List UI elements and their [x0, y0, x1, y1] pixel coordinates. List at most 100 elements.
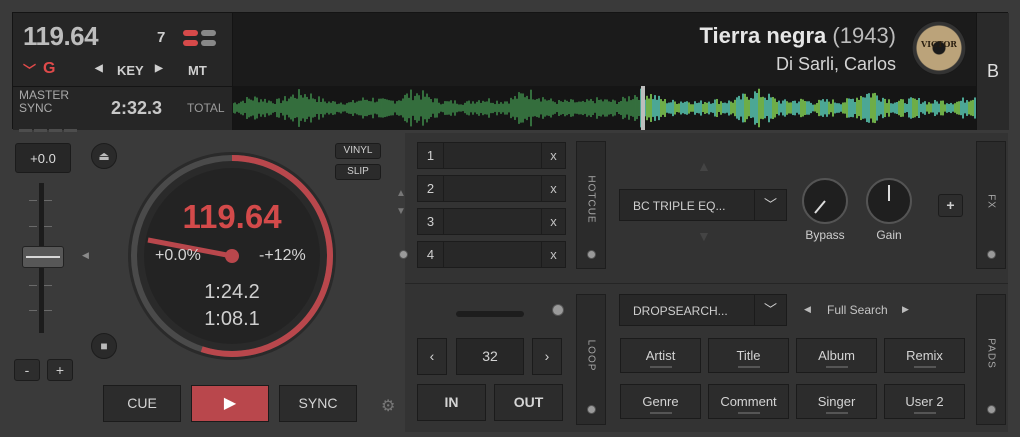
sync-label: SYNC: [19, 101, 53, 115]
pad-singer[interactable]: Singer: [796, 384, 877, 419]
pad-genre[interactable]: Genre: [620, 384, 701, 419]
tick: [44, 226, 52, 227]
key-label: KEY: [117, 63, 144, 78]
tab-pads-label: PADS: [985, 338, 997, 369]
play-button[interactable]: ▶: [191, 385, 269, 422]
pitch-fader-handle[interactable]: [22, 246, 64, 268]
tab-hotcue-led: [587, 250, 596, 259]
tick: [44, 200, 52, 201]
tick: [44, 285, 52, 286]
track-title: Tierra negra: [699, 23, 827, 48]
bypass-knob[interactable]: [802, 178, 848, 224]
stop-icon[interactable]: ■: [91, 333, 117, 359]
deck-selector[interactable]: B: [976, 13, 1009, 130]
pad-label: Singer: [817, 394, 856, 409]
chevron-down-icon[interactable]: ﹀: [754, 190, 786, 220]
grey-indicator-icon: [201, 40, 216, 46]
key-down-icon[interactable]: ◀: [95, 63, 103, 74]
slip-button[interactable]: SLIP: [335, 164, 381, 180]
tick: [44, 310, 52, 311]
loop-indicator: [456, 311, 524, 317]
pad-user2[interactable]: User 2: [884, 384, 965, 419]
hotcue-slot[interactable]: 1 x: [417, 142, 566, 169]
pitch-display[interactable]: +0.0: [15, 143, 71, 173]
hotcue-slot[interactable]: 4 x: [417, 241, 566, 268]
hotcue-number: 3: [418, 209, 444, 234]
hotcue-slot[interactable]: 3 x: [417, 208, 566, 235]
pitch-plus-button[interactable]: +: [47, 359, 73, 381]
hotcue-slot[interactable]: 2 x: [417, 175, 566, 202]
pad-label: Artist: [645, 348, 676, 363]
key-up-icon[interactable]: ▶: [155, 63, 163, 74]
hotcue-number: 1: [418, 143, 444, 168]
jog-wheel[interactable]: 119.64 +0.0% -+12% 1:24.2 1:08.1: [128, 152, 336, 360]
hotcue-delete-button[interactable]: x: [541, 176, 565, 201]
fx-down-icon[interactable]: ▼: [697, 228, 711, 244]
hotcue-delete-button[interactable]: x: [541, 143, 565, 168]
loop-next-button[interactable]: ›: [532, 338, 562, 375]
pad-comment[interactable]: Comment: [708, 384, 789, 419]
jog-bpm: 119.64: [182, 198, 282, 235]
tab-loop-label: LOOP: [585, 339, 597, 372]
fx-up-icon[interactable]: ▲: [697, 158, 711, 174]
deck-letter: B: [987, 61, 1000, 81]
fx-add-button[interactable]: +: [938, 194, 963, 217]
tab-loop-led: [587, 405, 596, 414]
hotcue-delete-button[interactable]: x: [541, 242, 565, 267]
chevron-down-icon[interactable]: ﹀: [754, 295, 786, 325]
key-value[interactable]: G: [43, 60, 55, 78]
track-info: Tierra negra (1943) Di Sarli, Carlos VIC…: [233, 13, 976, 86]
loop-in-button[interactable]: IN: [417, 384, 486, 421]
cue-led[interactable]: [399, 250, 408, 259]
loop-prev-button[interactable]: ‹: [417, 338, 447, 375]
loop-led[interactable]: [552, 304, 564, 316]
tab-pads-led: [987, 405, 996, 414]
cue-down-icon[interactable]: ▼: [396, 206, 406, 217]
fx-effect-select[interactable]: BC TRIPLE EQ... ﹀: [619, 189, 787, 221]
search-next-icon[interactable]: ▶: [902, 304, 909, 315]
chevron-down-icon[interactable]: ﹀: [23, 60, 36, 79]
waveform-overview[interactable]: [232, 86, 976, 130]
tab-fx[interactable]: FX: [976, 141, 1006, 269]
track-year: (1943): [832, 23, 896, 48]
cue-button[interactable]: CUE: [103, 385, 181, 422]
fader-line: [26, 256, 60, 258]
tick: [29, 200, 37, 201]
tick: [29, 310, 37, 311]
hotcue-delete-button[interactable]: x: [541, 209, 565, 234]
loop-out-button[interactable]: OUT: [494, 384, 563, 421]
pad-title[interactable]: Title: [708, 338, 789, 373]
vinyl-button[interactable]: VINYL: [335, 143, 381, 159]
tab-hotcue[interactable]: HOTCUE: [576, 141, 606, 269]
jog-remaining: 1:08.1: [204, 308, 260, 330]
loop-length[interactable]: 32: [456, 338, 524, 375]
album-logo-text: VICTOR: [921, 39, 957, 49]
sync-indicator: [19, 119, 79, 137]
red-indicator-icon: [183, 40, 198, 46]
master-sync-label[interactable]: MASTER SYNC: [19, 89, 69, 115]
search-mode-label: Full Search: [827, 303, 888, 317]
pad-remix[interactable]: Remix: [884, 338, 965, 373]
pad-artist[interactable]: Artist: [620, 338, 701, 373]
bpm-display[interactable]: 119.64: [23, 21, 99, 52]
search-prev-icon[interactable]: ◀: [804, 304, 811, 315]
pad-label: Genre: [642, 394, 679, 409]
playhead-cursor[interactable]: [641, 86, 645, 130]
cue-up-icon[interactable]: ▲: [396, 188, 406, 199]
gain-knob[interactable]: [866, 178, 912, 224]
hotcue-number: 4: [418, 242, 444, 267]
grey-indicator-icon: [201, 30, 216, 36]
bypass-label: Bypass: [805, 228, 845, 242]
eject-icon[interactable]: ⏏: [91, 143, 117, 169]
pads-mode-select[interactable]: DROPSEARCH... ﹀: [619, 294, 787, 326]
album-cover: VICTOR: [912, 21, 966, 75]
pitch-value: +0.0: [30, 151, 56, 166]
sync-button[interactable]: SYNC: [279, 385, 357, 422]
gear-icon[interactable]: ⚙: [381, 396, 395, 416]
mt-button[interactable]: MT: [188, 63, 207, 78]
pad-album[interactable]: Album: [796, 338, 877, 373]
pitch-minus-button[interactable]: -: [14, 359, 40, 381]
pad-label: Comment: [720, 394, 777, 409]
tab-pads[interactable]: PADS: [976, 294, 1006, 425]
tab-loop[interactable]: LOOP: [576, 294, 606, 425]
